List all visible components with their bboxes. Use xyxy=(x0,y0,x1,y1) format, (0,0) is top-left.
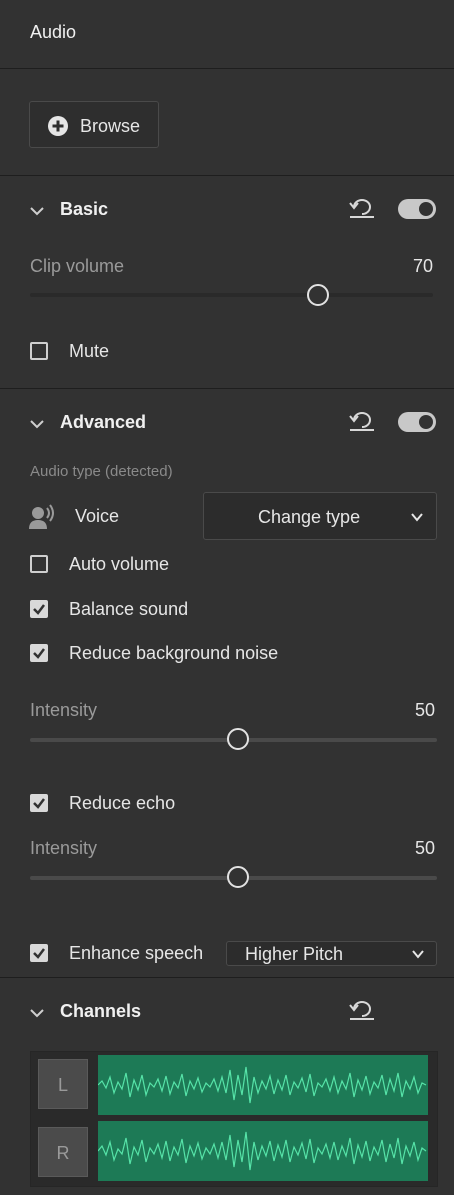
noise-intensity-thumb[interactable] xyxy=(227,728,249,750)
chevron-down-icon[interactable] xyxy=(29,203,45,219)
noise-intensity-value: 50 xyxy=(415,700,436,720)
clip-volume-track[interactable] xyxy=(30,293,433,297)
reduce-echo-label: Reduce echo xyxy=(69,793,176,813)
clip-volume-label: Clip volume xyxy=(30,256,125,276)
reduce-noise-checkbox[interactable] xyxy=(30,644,48,662)
channel-label-left: L xyxy=(38,1059,88,1109)
clip-volume-thumb[interactable] xyxy=(307,284,329,306)
browse-label: Browse xyxy=(80,116,141,136)
reset-icon[interactable] xyxy=(349,198,375,220)
echo-intensity-value: 50 xyxy=(415,838,436,858)
change-type-label: Change type xyxy=(258,507,361,527)
divider xyxy=(0,68,454,69)
auto-volume-checkbox[interactable] xyxy=(30,555,48,573)
clip-volume-value: 70 xyxy=(413,256,434,276)
checkmark-icon xyxy=(33,798,45,809)
checkmark-icon xyxy=(33,948,45,959)
chevron-down-icon xyxy=(411,513,423,522)
enhance-speech-label: Enhance speech xyxy=(69,943,204,963)
checkmark-icon xyxy=(33,604,45,615)
chevron-down-icon[interactable] xyxy=(29,1005,45,1021)
mute-checkbox[interactable] xyxy=(30,342,48,360)
panel-title: Audio xyxy=(30,22,77,42)
basic-toggle[interactable] xyxy=(398,199,436,219)
chevron-down-icon xyxy=(412,950,424,959)
plus-circle-icon xyxy=(48,116,68,136)
waveform-left xyxy=(97,1055,428,1115)
advanced-toggle[interactable] xyxy=(398,412,436,432)
divider xyxy=(0,388,454,389)
audio-type-label: Audio type (detected) xyxy=(30,463,173,480)
divider xyxy=(0,175,454,176)
balance-sound-checkbox[interactable] xyxy=(30,600,48,618)
waveform-right xyxy=(97,1121,428,1181)
section-title-basic[interactable]: Basic xyxy=(60,199,108,220)
divider xyxy=(0,977,454,978)
reset-icon[interactable] xyxy=(349,411,375,433)
waveform-right-graphic xyxy=(97,1131,427,1171)
auto-volume-label: Auto volume xyxy=(69,554,170,574)
reduce-echo-checkbox[interactable] xyxy=(30,794,48,812)
waveform-left-graphic xyxy=(97,1066,427,1104)
balance-sound-label: Balance sound xyxy=(69,599,189,619)
change-type-dropdown[interactable]: Change type xyxy=(203,492,437,540)
checkmark-icon xyxy=(33,648,45,659)
section-title-advanced[interactable]: Advanced xyxy=(60,412,146,433)
reset-icon[interactable] xyxy=(349,1000,375,1022)
channel-label-right: R xyxy=(38,1127,88,1177)
voice-label: Voice xyxy=(75,506,120,526)
browse-button[interactable]: Browse xyxy=(29,101,159,148)
speaker-voice-icon xyxy=(29,504,54,529)
enhance-speech-selected: Higher Pitch xyxy=(245,944,344,964)
mute-label: Mute xyxy=(69,341,110,361)
chevron-down-icon[interactable] xyxy=(29,416,45,432)
section-title-channels[interactable]: Channels xyxy=(60,1001,141,1022)
noise-intensity-label: Intensity xyxy=(30,700,98,720)
echo-intensity-thumb[interactable] xyxy=(227,866,249,888)
echo-intensity-label: Intensity xyxy=(30,838,98,858)
reduce-noise-label: Reduce background noise xyxy=(69,643,279,663)
toggle-knob xyxy=(419,415,433,429)
toggle-knob xyxy=(419,202,433,216)
enhance-speech-dropdown[interactable]: Higher Pitch xyxy=(226,941,437,966)
enhance-speech-checkbox[interactable] xyxy=(30,944,48,962)
